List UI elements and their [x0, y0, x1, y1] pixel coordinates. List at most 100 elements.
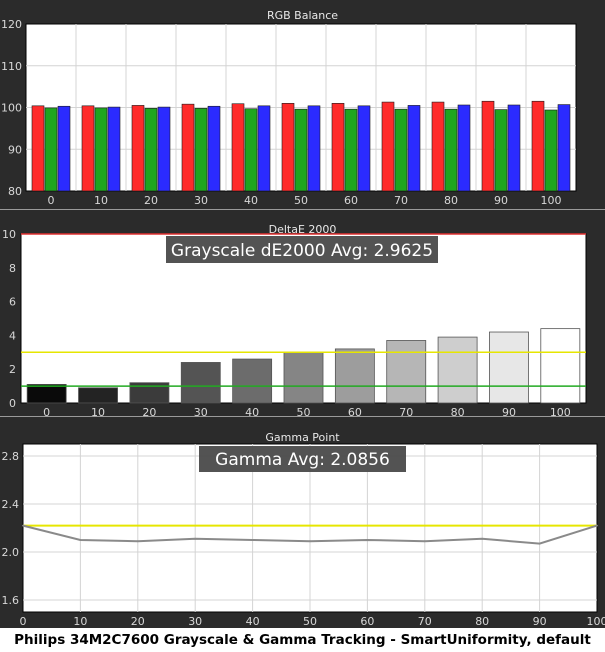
x-tick-label: 30	[194, 406, 208, 419]
bar	[180, 362, 221, 404]
x-tick-label: 60	[348, 406, 362, 419]
y-tick-label: 1.6	[2, 594, 20, 607]
data-point	[194, 537, 197, 540]
y-tick-label: 2.4	[2, 498, 20, 511]
x-tick-label: 30	[188, 615, 202, 628]
chart-canvas: RGB Balance80901001101200 10 20 30 40 50 60 70 8…	[0, 9, 605, 628]
y-tick-label: 4	[9, 329, 16, 342]
bar-green	[444, 108, 458, 192]
bar-green	[544, 109, 558, 192]
x-tick-label: 90	[494, 194, 508, 207]
x-tick-label: 50	[297, 406, 311, 419]
x-tick-label: 10	[73, 615, 87, 628]
bar	[540, 328, 581, 404]
bar	[232, 358, 273, 404]
x-tick-label: 80	[475, 615, 489, 628]
bar-blue	[457, 104, 471, 192]
bar-green	[194, 108, 208, 192]
bar-blue	[557, 104, 571, 192]
x-tick-label: 10	[94, 194, 108, 207]
y-tick-label: 0	[9, 397, 16, 410]
y-tick-label: 100	[1, 102, 22, 115]
data-point	[22, 524, 24, 527]
x-tick-label: 40	[244, 194, 258, 207]
bar-red	[231, 103, 245, 192]
chart-figure: RGB Balance 80 90 100 110 120 0 10 20 30 40 50 60 70 8…	[0, 0, 605, 652]
x-tick-label: 0	[48, 194, 55, 207]
bar	[78, 387, 118, 404]
data-point	[481, 537, 484, 540]
bar	[489, 331, 529, 404]
data-point	[596, 524, 598, 527]
x-tick-label: 70	[418, 615, 432, 628]
x-tick-label: 20	[144, 194, 158, 207]
bar	[334, 348, 375, 404]
x-tick-label: 10	[91, 406, 105, 419]
x-tick-label: 0	[20, 615, 27, 628]
y-tick-label: 6	[9, 296, 16, 309]
y-tick-label: 80	[8, 185, 22, 198]
bar-red	[281, 103, 295, 192]
data-point	[423, 540, 426, 543]
bar-green	[144, 108, 158, 192]
x-tick-label: 40	[246, 615, 260, 628]
bar-blue	[57, 105, 71, 192]
bar-blue	[107, 106, 121, 192]
x-tick-label: 70	[394, 194, 408, 207]
bar-blue	[407, 105, 421, 192]
bar-blue	[207, 105, 221, 192]
bar-green	[494, 109, 508, 192]
x-tick-label: 80	[444, 194, 458, 207]
y-tick-label: 8	[9, 262, 16, 275]
x-tick-label: 0	[43, 406, 50, 419]
bar-green	[94, 107, 108, 192]
y-tick-label: 120	[1, 18, 22, 31]
bar-blue	[157, 106, 171, 192]
bar-blue	[357, 105, 371, 192]
bar-red	[481, 100, 495, 192]
x-tick-label: 50	[303, 615, 317, 628]
y-tick-label: 10	[2, 228, 16, 241]
chart-title: Gamma Point	[265, 431, 340, 444]
annotation-text: Grayscale dE2000 Avg: 2.9625	[171, 241, 433, 261]
y-tick-label: 90	[8, 143, 22, 156]
bar-blue	[257, 105, 271, 192]
bar	[283, 351, 324, 404]
bar-blue	[507, 104, 521, 192]
data-point	[79, 539, 82, 541]
x-tick-label: 100	[541, 194, 562, 207]
x-tick-label: 100	[587, 615, 605, 628]
x-tick-label: 80	[451, 406, 465, 419]
bar-red	[331, 103, 345, 192]
data-point	[538, 542, 541, 545]
annotation-text: Gamma Avg: 2.0856	[215, 450, 390, 470]
bar-red	[31, 105, 45, 192]
x-tick-label: 100	[550, 406, 571, 419]
bar	[437, 336, 478, 404]
bar	[26, 384, 67, 404]
x-tick-label: 30	[194, 194, 208, 207]
x-tick-label: 20	[131, 615, 145, 628]
data-point	[136, 540, 139, 543]
x-tick-label: 90	[533, 615, 547, 628]
figure-caption: Philips 34M2C7600 Grayscale & Gamma Trac…	[0, 628, 605, 652]
chart-title: RGB Balance	[267, 9, 338, 22]
bar-green	[244, 108, 258, 192]
x-tick-label: 20	[142, 406, 156, 419]
data-point	[366, 539, 369, 541]
y-tick-label: 2	[9, 363, 16, 376]
bar-red	[181, 103, 195, 192]
x-tick-label: 40	[245, 406, 259, 419]
x-tick-label: 50	[294, 194, 308, 207]
x-tick-label: 60	[360, 615, 374, 628]
x-tick-label: 60	[344, 194, 358, 207]
y-tick-label: 110	[1, 60, 22, 73]
bar-red	[381, 101, 395, 192]
bar-green	[344, 108, 358, 192]
bar-blue	[307, 105, 321, 192]
bar-green	[44, 107, 58, 192]
bar-red	[431, 101, 445, 192]
bar-red	[81, 105, 95, 192]
y-tick-label: 2.0	[2, 546, 20, 559]
bar-green	[294, 108, 308, 192]
